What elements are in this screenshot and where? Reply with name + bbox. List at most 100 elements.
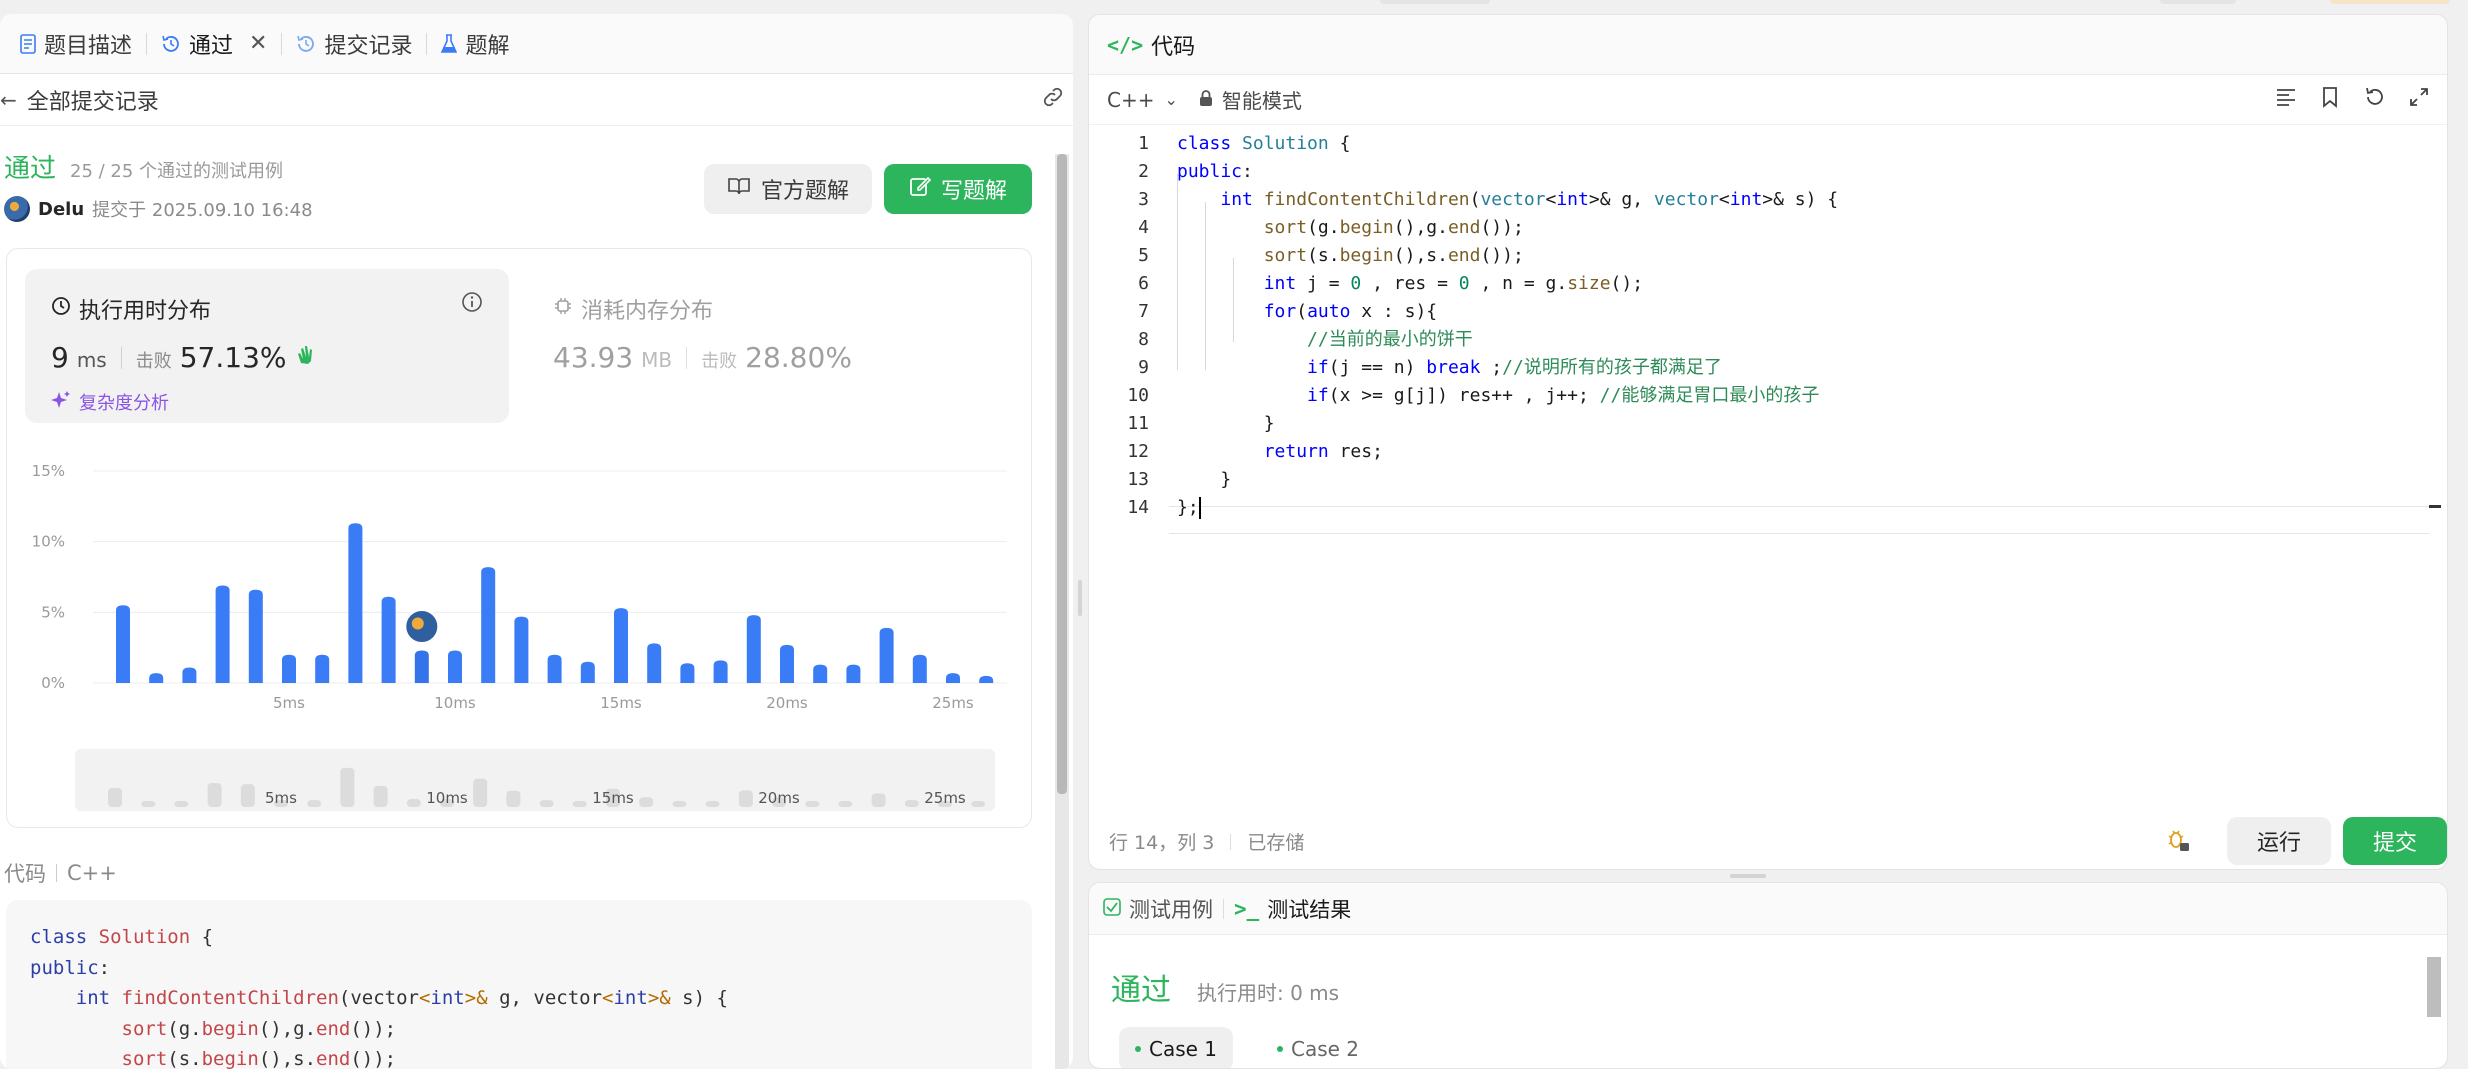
line-text: int findContentChildren(vector<int>& g, … [1220,189,1839,210]
close-icon[interactable]: ✕ [249,31,267,56]
divider [120,346,122,369]
line-number: 11 [1127,413,1149,434]
line-number: 3 [1138,189,1149,210]
submit-button[interactable]: 提交 [2343,817,2447,865]
y-tick-label: 10% [32,533,65,551]
overview-bar [240,784,255,807]
scrollbar-thumb[interactable] [1057,154,1067,794]
overview-bar [971,801,986,807]
back-label: 全部提交记录 [26,89,159,115]
official-solution-button[interactable]: 官方题解 [704,164,872,214]
submitted-code-block[interactable]: class Solution { public: int findContent… [6,900,1032,1069]
top-strip [0,0,2468,14]
line-text: //当前的最小的饼干 [1177,329,1473,350]
complexity-analysis-link[interactable]: 复杂度分析 [51,389,169,415]
run-button[interactable]: 运行 [2227,817,2331,865]
memory-value: 43.93 [553,341,634,374]
overview-tick-label: 15ms [592,789,634,807]
editor-status: 行 14，列 3 已存储 [1109,828,1304,855]
code-line: 7 for(auto x : s){ [1089,298,2429,326]
top-button-stub[interactable] [1380,0,1490,4]
link-icon[interactable] [1041,85,1065,115]
test-runtime: 执行用时: 0 ms [1197,981,1340,1005]
line-number: 10 [1127,385,1149,406]
line-number: 5 [1138,245,1149,266]
overview-tick-label: 25ms [924,789,966,807]
code-line: 2 public: [1089,158,2429,186]
clap-icon [295,341,319,374]
avatar[interactable] [4,196,30,222]
line-number: 1 [1138,133,1149,154]
line-number: 6 [1138,273,1149,294]
chart-bar [182,667,197,683]
flask-icon [441,33,458,54]
tab-accepted[interactable]: 通过 ✕ [147,14,281,73]
left-scrollbar[interactable] [1055,154,1069,1069]
format-icon[interactable] [2275,87,2297,112]
code-line: 5 sort(s.begin(),s.end()); [1089,242,2429,270]
overview-bar [838,801,853,807]
history-icon [296,34,316,54]
panel-resize-handle[interactable] [1730,874,1766,878]
chart-bar [116,605,130,683]
terminal-icon: >_ [1234,896,1260,921]
top-button-stub[interactable] [2330,0,2450,4]
test-panel-scrollbar[interactable] [2427,943,2441,1063]
tab-testcases[interactable]: 测试用例 [1103,894,1213,924]
debug-icon[interactable] [2165,827,2191,857]
code-line: 12 return res; [1089,438,2429,466]
overview-bar [506,790,521,807]
panel-resize-handle[interactable] [1078,580,1082,616]
overview-bar [406,799,421,807]
test-panel: 测试用例 >_ 测试结果 通过 执行用时: 0 ms Case 1 Case 2 [1088,882,2448,1069]
language-select[interactable]: C++ ⌄ [1107,88,1178,112]
editor-toolbar: C++ ⌄ 智能模式 [1089,75,2447,125]
code-editor-panel: </> 代码 C++ ⌄ 智能模式 1 class Solution {2 p… [1088,14,2448,870]
overview-tick-label: 5ms [265,789,297,807]
status-dot [1277,1046,1283,1052]
reset-icon[interactable] [2363,86,2385,113]
bookmark-icon[interactable] [2321,86,2339,113]
code-editor[interactable]: 1 class Solution { 2 public: 3 int findCon… [1089,130,2429,820]
back-to-all-submissions[interactable]: ← 全部提交记录 [0,84,159,116]
editor-scrollbar[interactable] [2429,125,2441,815]
lock-icon [1198,88,1214,112]
clock-icon [51,296,71,322]
official-solution-label: 官方题解 [760,179,849,204]
line-text: sort(g.begin(),g.end()); [1263,217,1524,238]
text-cursor [1198,497,1201,519]
tab-test-result[interactable]: >_ 测试结果 [1234,894,1351,924]
smart-mode-label: 智能模式 [1221,89,1302,113]
user-marker-detail [411,617,424,630]
runtime-distribution-chart[interactable]: 15% 10% 5% 0% 5ms 10ms 15ms 20ms 25ms [7,439,1033,719]
tab-description[interactable]: 题目描述 [6,14,146,73]
runtime-value: 9 [51,341,69,374]
smart-mode-toggle[interactable]: 智能模式 [1198,85,1302,114]
author-name[interactable]: Delu [38,199,84,220]
scrollbar-thumb[interactable] [2427,957,2441,1017]
chart-bar [248,589,263,683]
line-text: class Solution { [1177,133,1351,154]
expand-icon[interactable] [2409,87,2429,112]
write-solution-button[interactable]: 写题解 [884,164,1032,214]
chart-bar [946,673,960,683]
result-status: 通过 [4,154,57,184]
code-icon: </> [1107,32,1144,57]
case-tab-2[interactable]: Case 2 [1261,1027,1375,1068]
divider [686,346,688,369]
chart-overview-slider[interactable]: 5ms 10ms 15ms 20ms 25ms [75,749,995,811]
case-tab-1[interactable]: Case 1 [1119,1027,1234,1068]
book-icon [727,176,751,202]
overview-tick-label: 10ms [426,789,468,807]
test-status: 通过 [1111,973,1171,1008]
chart-bar [381,596,396,683]
info-icon[interactable] [461,291,483,317]
tab-solutions[interactable]: 题解 [427,14,523,73]
runtime-card[interactable]: 执行用时分布 9 ms 击败 57.13% 复杂度分析 [25,269,509,423]
tab-submissions[interactable]: 提交记录 [282,14,426,73]
overview-bar [738,790,753,807]
top-button-stub[interactable] [2160,0,2236,4]
chart-bar [315,654,330,683]
memory-card[interactable]: 消耗内存分布 43.93 MB 击败 28.80% [547,269,1007,423]
chart-bar [414,650,429,683]
